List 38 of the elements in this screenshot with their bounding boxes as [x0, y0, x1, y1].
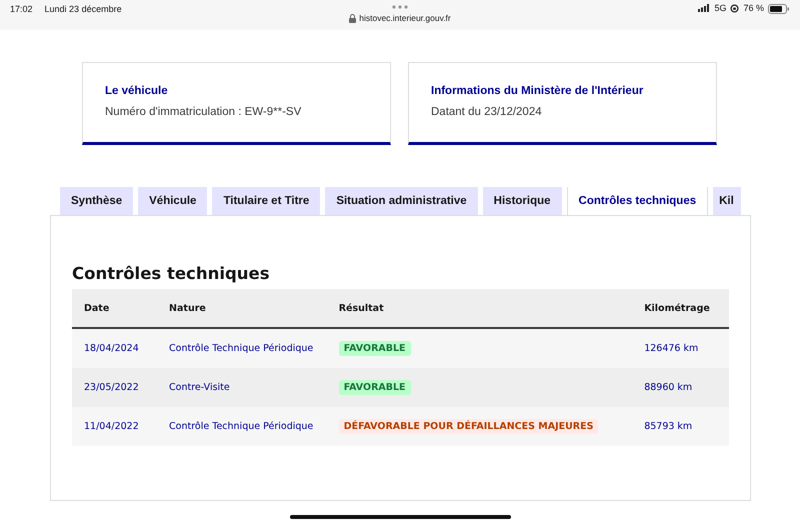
tab[interactable]: Situation administrative — [325, 187, 478, 215]
battery-percent: 76 % — [743, 3, 764, 13]
result-badge: DÉFAVORABLE POUR DÉFAILLANCES MAJEURES — [338, 419, 598, 434]
nature-cell: Contrôle Technique Périodique — [157, 328, 339, 368]
battery-icon — [768, 4, 790, 14]
network-label: 5G — [714, 3, 726, 13]
nature-cell: Contre-Visite — [157, 368, 339, 407]
mileage-cell: 88960 km — [632, 368, 729, 407]
mileage-cell: 126476 km — [632, 328, 729, 368]
date-cell: 23/05/2022 — [72, 368, 158, 407]
section-title: Contrôles techniques — [72, 264, 271, 283]
result-badge: FAVORABLE — [338, 380, 411, 395]
column-header: Nature — [157, 289, 339, 328]
nature-cell: Contrôle Technique Périodique — [157, 407, 339, 446]
url-text[interactable]: histovec.interieur.gouv.fr — [359, 13, 451, 23]
card-title: Le véhicule — [105, 85, 169, 97]
tab[interactable]: Contrôles techniques — [566, 187, 708, 215]
tab[interactable]: Titulaire et Titre — [212, 187, 320, 215]
orientation-lock-icon — [730, 4, 740, 13]
mileage-cell: 85793 km — [632, 407, 729, 446]
tab[interactable]: Véhicule — [138, 187, 208, 215]
column-header: Date — [72, 289, 158, 328]
lock-icon — [349, 14, 356, 22]
signal-icon — [698, 4, 710, 12]
date-text: Lundi 23 décembre — [44, 4, 122, 16]
card-text: Numéro d'immatriculation : EW-9**-SV — [105, 106, 302, 118]
column-header: Résultat — [338, 289, 632, 328]
card-title: Informations du Ministère de l'Intérieur — [431, 85, 644, 97]
result-badge: FAVORABLE — [338, 341, 411, 356]
column-header: Kilométrage — [632, 289, 729, 328]
more-icon — [392, 5, 408, 9]
date-cell: 18/04/2024 — [72, 328, 158, 368]
date-cell: 11/04/2022 — [72, 407, 158, 446]
card-text: Datant du 23/12/2024 — [431, 106, 543, 118]
tab[interactable]: Kil — [713, 187, 742, 215]
tab[interactable]: Synthèse — [60, 187, 134, 215]
tab[interactable]: Historique — [482, 187, 562, 215]
clock-time: 17:02 — [10, 4, 33, 16]
